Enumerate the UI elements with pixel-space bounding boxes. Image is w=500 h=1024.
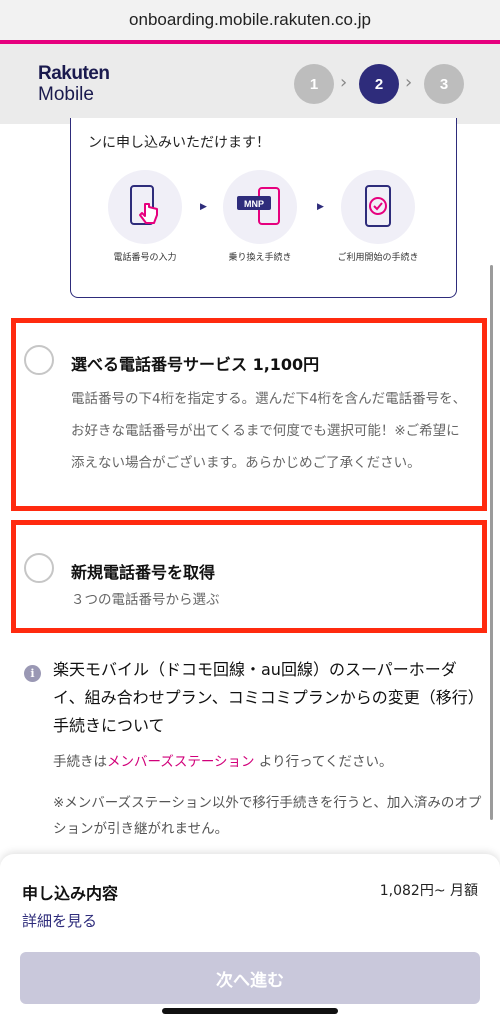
url-text: onboarding.mobile.rakuten.co.jp	[129, 10, 371, 29]
chevron-right-icon: ›	[405, 72, 413, 93]
option-description: 電話番号の下4桁を指定する。選んだ下4桁を含んだ電話番号を、お好きな電話番号が出…	[71, 391, 467, 471]
flow-step-transfer: MNP 乗り換え手続き	[205, 170, 315, 263]
flow-step-activation: ご利用開始の手続き	[323, 170, 433, 263]
notice-warning: ※メンバーズステーション以外で移行手続きを行うと、加入済みのオプションが引き継が…	[53, 795, 482, 837]
summary-panel: 申し込み内容 1,082円~ 月額 詳細を見る 次へ進む	[0, 854, 500, 1024]
scrollbar[interactable]	[490, 265, 493, 820]
logo-line-1: Rakuten	[38, 63, 110, 84]
info-icon: i	[24, 665, 41, 682]
monthly-price: 1,082円~ 月額	[379, 883, 478, 899]
radio-button[interactable]	[24, 553, 54, 583]
logo-line-2: Mobile	[38, 84, 94, 105]
option-title: 新規電話番号を取得	[71, 563, 216, 582]
flow-text: ンに申し込みいただけます！	[88, 135, 270, 151]
step-indicator-2: 2	[359, 64, 399, 104]
notice-instructions: 手続きはメンバーズステーション より行ってください。	[53, 750, 393, 770]
home-indicator	[162, 1008, 338, 1014]
summary-label: 申し込み内容	[22, 884, 119, 903]
next-button[interactable]: 次へ進む	[20, 952, 480, 1004]
flow-caption: 乗り換え手続き	[228, 253, 292, 263]
step-indicator-1: 1	[294, 64, 334, 104]
option-description: ３つの電話番号から選ぶ	[71, 592, 220, 608]
option-new-number[interactable]: 新規電話番号を取得 ３つの電話番号から選ぶ	[11, 520, 487, 633]
flow-step-phone-input: 電話番号の入力	[90, 170, 200, 263]
view-details-link[interactable]: 詳細を見る	[22, 910, 97, 931]
members-station-link[interactable]: メンバーズステーション	[107, 754, 255, 770]
mnp-flow-card: ンに申し込みいただけます！ 電話番号の入力 ▶ MNP 乗り換え手続き ▶ ご利…	[70, 118, 457, 298]
page-header: Rakuten Mobile 1 › 2 › 3	[0, 44, 500, 124]
notice-title: 楽天モバイル（ドコモ回線・au回線）のスーパーホーダイ、組み合わせプラン、コミコ…	[53, 660, 476, 735]
phone-tap-icon	[108, 170, 182, 244]
mnp-transfer-icon: MNP	[223, 170, 297, 244]
flow-caption: 電話番号の入力	[113, 253, 177, 263]
browser-url-bar[interactable]: onboarding.mobile.rakuten.co.jp	[0, 0, 500, 40]
radio-button[interactable]	[24, 345, 54, 375]
phone-check-icon	[341, 170, 415, 244]
flow-caption: ご利用開始の手続き	[337, 253, 419, 263]
option-title: 選べる電話番号サービス 1,100円	[71, 355, 320, 374]
rakuten-mobile-logo[interactable]: Rakuten Mobile	[38, 63, 110, 105]
option-selectable-number[interactable]: 選べる電話番号サービス 1,100円 電話番号の下4桁を指定する。選んだ下4桁を…	[11, 318, 487, 511]
notice-text: より行ってください。	[254, 754, 393, 770]
step-indicator-3: 3	[424, 64, 464, 104]
chevron-right-icon: ›	[340, 72, 348, 93]
notice-text: 手続きは	[53, 754, 107, 770]
mnp-label: MNP	[244, 199, 264, 209]
